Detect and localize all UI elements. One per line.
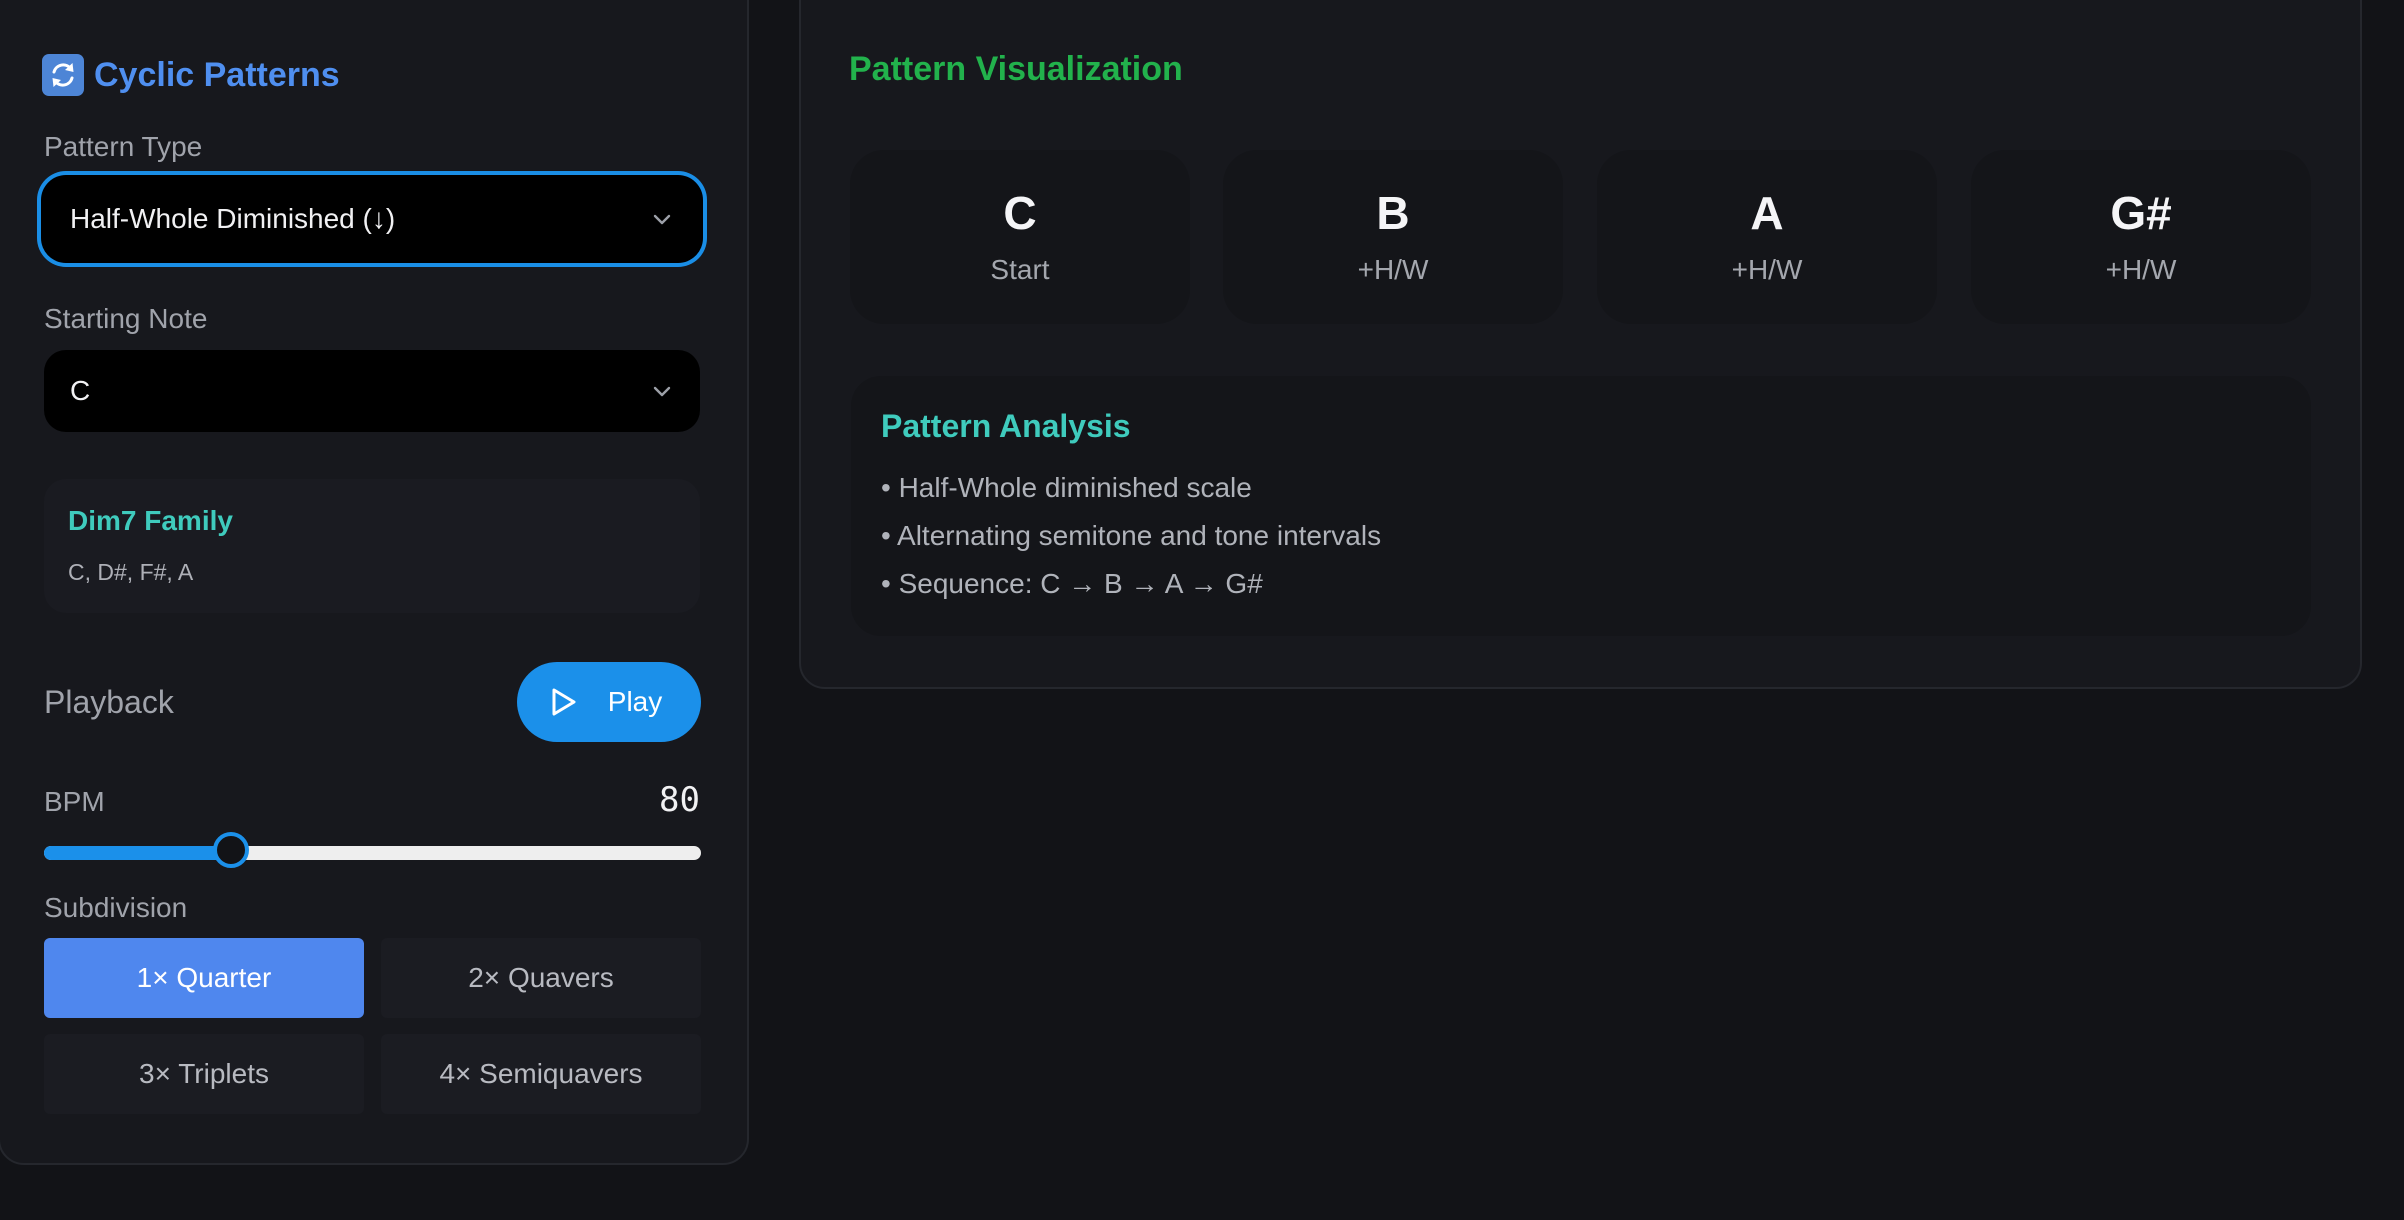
bpm-slider[interactable]: [44, 832, 701, 868]
analysis-item: • Sequence: C → B → A → G#: [881, 568, 1263, 599]
bpm-value: 80: [659, 780, 700, 820]
note-name: B: [1376, 187, 1410, 239]
note-step: +H/W: [2105, 254, 2177, 285]
starting-note-label: Starting Note: [44, 303, 208, 334]
pattern-type-select[interactable]: Half-Whole Diminished (↓): [44, 178, 700, 260]
bpm-slider-handle[interactable]: [213, 832, 250, 868]
pattern-type-label: Pattern Type: [44, 131, 203, 162]
note-card: C Start: [850, 150, 1190, 324]
subdivision-button-triplets[interactable]: 3× Triplets: [44, 1034, 364, 1114]
note-name: C: [1003, 187, 1037, 239]
panel-title: Cyclic Patterns: [42, 50, 340, 100]
play-icon: [552, 688, 576, 716]
note-card: B +H/W: [1223, 150, 1563, 324]
bpm-label: BPM: [44, 786, 105, 817]
subdivision-button-quavers[interactable]: 2× Quavers: [381, 938, 701, 1018]
note-card: G# +H/W: [1971, 150, 2311, 324]
analysis-item: • Half-Whole diminished scale: [881, 472, 1252, 503]
subdivision-button-quarter[interactable]: 1× Quarter: [44, 938, 364, 1018]
refresh-icon: [42, 54, 84, 96]
analysis-card: Pattern Analysis • Half-Whole diminished…: [851, 376, 2311, 636]
chevron-down-icon: [653, 386, 671, 397]
bpm-slider-fill: [44, 846, 232, 860]
play-label: Play: [607, 686, 663, 717]
family-notes: C, D#, F#, A: [68, 559, 194, 585]
analysis-item: • Alternating semitone and tone interval…: [881, 520, 1382, 551]
note-card: A +H/W: [1597, 150, 1937, 324]
pattern-type-value: Half-Whole Diminished (↓): [70, 203, 396, 234]
play-button[interactable]: Play: [517, 662, 701, 742]
note-step: Start: [990, 254, 1050, 285]
note-name: A: [1750, 187, 1784, 239]
subdivision-label: Subdivision: [44, 892, 188, 923]
panel-title-text: Cyclic Patterns: [94, 55, 340, 94]
analysis-title: Pattern Analysis: [881, 408, 1131, 444]
note-name: G#: [2110, 187, 2172, 239]
starting-note-value: C: [70, 375, 91, 406]
subdivision-button-semiquavers[interactable]: 4× Semiquavers: [381, 1034, 701, 1114]
visualization-title: Pattern Visualization: [849, 50, 1183, 88]
chevron-down-icon: [653, 214, 671, 225]
family-card: Dim7 Family C, D#, F#, A: [44, 479, 700, 613]
family-title: Dim7 Family: [68, 505, 233, 536]
note-step: +H/W: [1731, 254, 1803, 285]
starting-note-select[interactable]: C: [44, 350, 700, 432]
playback-label: Playback: [44, 684, 174, 720]
note-step: +H/W: [1357, 254, 1429, 285]
